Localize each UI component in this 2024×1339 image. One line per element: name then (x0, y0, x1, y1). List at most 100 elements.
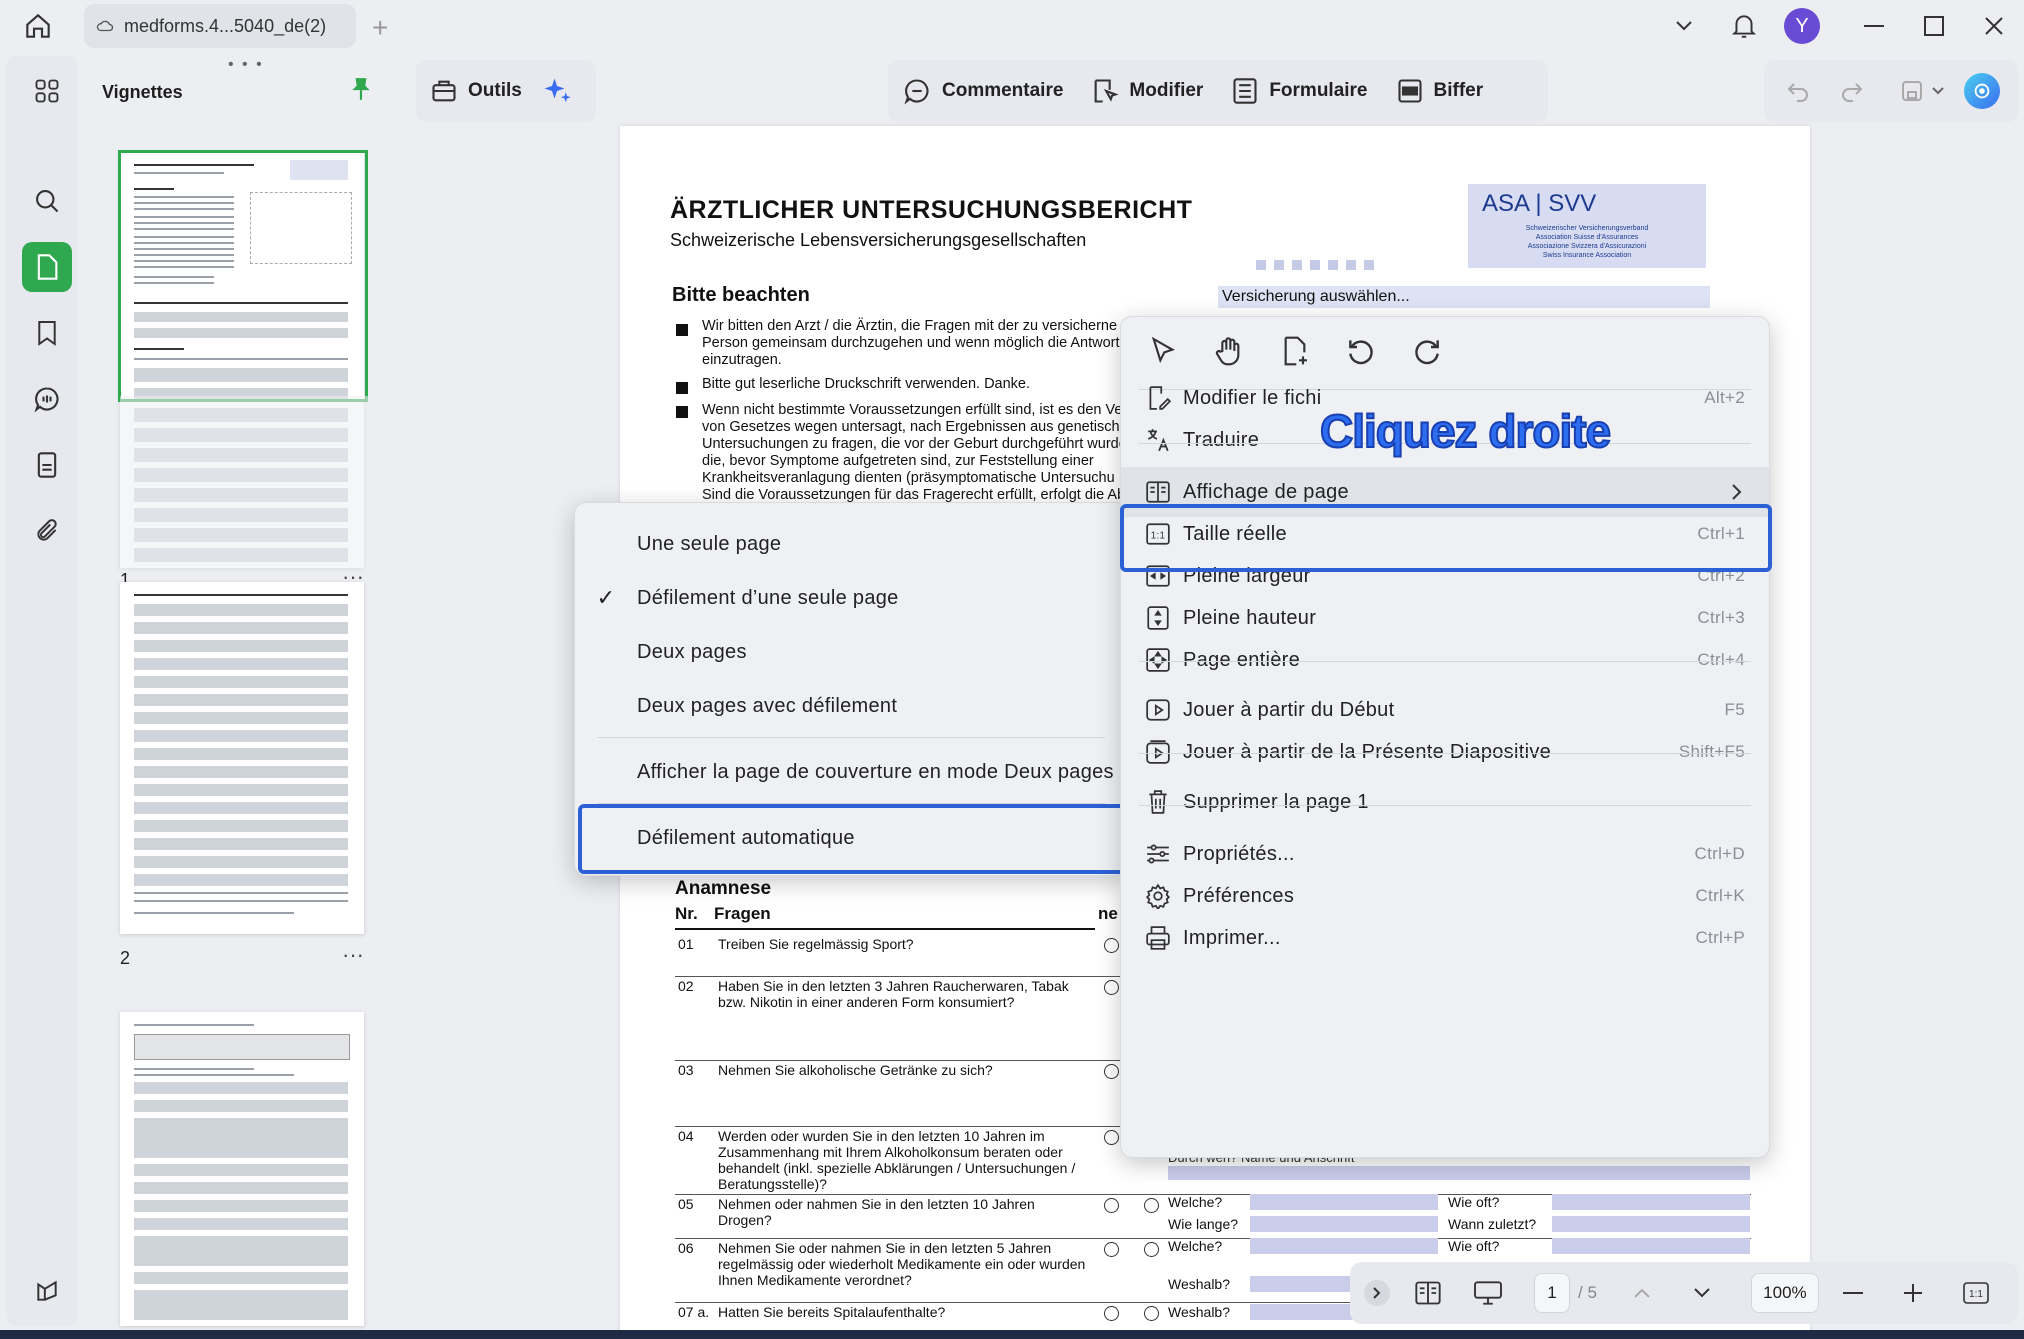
search-icon[interactable] (22, 176, 72, 226)
zoom-out-icon[interactable] (1842, 1291, 1863, 1295)
rotate-left-icon[interactable] (1345, 335, 1377, 367)
form-field[interactable] (1250, 1238, 1438, 1254)
chevron-down-icon[interactable] (1664, 8, 1704, 44)
form-field[interactable] (1168, 1166, 1750, 1180)
submenu-two-pages[interactable]: Deux pages (575, 627, 1127, 677)
avatar[interactable]: Y (1784, 8, 1820, 44)
new-tab-icon[interactable]: + (372, 12, 388, 44)
form-field[interactable] (1250, 1276, 1360, 1292)
radio-yes[interactable] (1144, 1306, 1159, 1321)
form-field[interactable] (1250, 1194, 1438, 1210)
gear-icon (1141, 879, 1175, 913)
bookmark-icon[interactable] (22, 308, 72, 358)
document-tab[interactable]: medforms.4...5040_de(2) (84, 4, 356, 48)
tools-button[interactable]: Outils (416, 77, 536, 105)
radio-no[interactable] (1104, 980, 1119, 995)
maximize-icon[interactable] (1914, 8, 1954, 44)
bullet (676, 406, 688, 418)
form-field[interactable] (1552, 1194, 1750, 1210)
toolbox-icon (430, 77, 458, 105)
collapse-icon[interactable] (1364, 1280, 1390, 1306)
pin-icon[interactable] (350, 76, 372, 102)
radio-no[interactable] (1104, 1242, 1119, 1257)
grid-icon[interactable] (22, 66, 72, 116)
paperclip-icon[interactable] (22, 506, 72, 556)
drag-handle[interactable]: • • • (228, 56, 264, 74)
radio-yes[interactable] (1144, 1198, 1159, 1213)
wann-zuletzt-label: Wann zuletzt? (1448, 1216, 1537, 1232)
play-start-icon (1141, 693, 1175, 727)
context-item-play-current[interactable]: Jouer à partir de la Présente Diapositiv… (1121, 727, 1769, 777)
insurance-select[interactable]: Versicherung auswählen... (1218, 286, 1710, 308)
radio-no[interactable] (1104, 1064, 1119, 1079)
question-number: 01 (678, 936, 694, 952)
radio-no[interactable] (1104, 1306, 1119, 1321)
form-field[interactable] (1250, 1216, 1438, 1232)
close-icon[interactable] (1974, 8, 2014, 44)
thumbnail-page-3[interactable] (120, 1012, 364, 1326)
undo-icon[interactable] (1786, 80, 1810, 102)
context-item-trash[interactable]: Supprimer la page 1 (1121, 777, 1769, 827)
sidebar-settings-icon[interactable] (22, 1266, 72, 1316)
redact-button[interactable]: Biffer (1382, 77, 1498, 105)
submenu-two-pages-scroll[interactable]: Deux pages avec défilement (575, 681, 1127, 731)
ai-assistant-icon[interactable] (1964, 73, 2000, 109)
thumbnail-page-2[interactable] (120, 582, 364, 934)
radio-no[interactable] (1104, 938, 1119, 953)
table-rule (675, 928, 1095, 930)
chevron-right-icon (1731, 483, 1743, 501)
annotation-label: Cliquez droite (1319, 404, 1612, 458)
question-text: Werden oder wurden Sie in den letzten 10… (718, 1128, 1076, 1192)
present-icon[interactable] (1472, 1280, 1504, 1306)
minimize-icon[interactable] (1854, 8, 1894, 44)
context-item-print[interactable]: Imprimer... Ctrl+P (1121, 913, 1769, 963)
comment-bubble-icon (902, 77, 932, 105)
submenu-single-page-scroll[interactable]: ✓ Défilement d’une seule page (575, 573, 1127, 623)
shortcut-label: Ctrl+P (1695, 928, 1745, 947)
form-field[interactable] (1552, 1238, 1750, 1254)
comment-icon[interactable] (22, 374, 72, 424)
zoom-in-icon[interactable] (1903, 1283, 1923, 1303)
ai-sparkle-icon[interactable] (542, 76, 572, 106)
form-field[interactable] (1250, 1304, 1360, 1320)
welche-label: Welche? (1168, 1194, 1223, 1210)
submenu-show-cover[interactable]: Afficher la page de couverture en mode D… (575, 747, 1127, 797)
thumbnails-panel: Vignettes • • • 1 ··· 2 ··· (80, 56, 406, 1326)
zoom-input[interactable]: 100% (1750, 1273, 1819, 1313)
attachment-list-icon[interactable] (22, 440, 72, 490)
page-up-icon[interactable] (1633, 1287, 1651, 1299)
wie-lange-label: Wie lange? (1168, 1216, 1239, 1232)
doc-title: ÄRZTLICHER UNTERSUCHUNGSBERICHT (670, 196, 1193, 224)
separator (597, 737, 1105, 738)
edit-button[interactable]: Modifier (1077, 77, 1217, 105)
select-cursor-icon[interactable] (1147, 335, 1179, 367)
rotate-right-icon[interactable] (1411, 335, 1443, 367)
home-icon[interactable] (22, 10, 54, 42)
bell-icon[interactable] (1724, 8, 1764, 44)
page-layout-icon[interactable] (1414, 1280, 1442, 1306)
add-page-icon[interactable] (1279, 335, 1311, 367)
save-icon[interactable] (1900, 79, 1924, 103)
print-icon (1141, 921, 1175, 955)
thumbnails-icon[interactable] (22, 242, 72, 292)
radio-yes[interactable] (1144, 1242, 1159, 1257)
comment-button[interactable]: Commentaire (888, 77, 1077, 105)
page-down-icon[interactable] (1693, 1287, 1711, 1299)
hand-icon[interactable] (1213, 335, 1245, 367)
thumbnail-more-icon[interactable]: ··· (342, 942, 364, 968)
redo-icon[interactable] (1840, 80, 1864, 102)
question-number: 04 (678, 1128, 694, 1144)
play-current-icon (1141, 735, 1175, 769)
form-button[interactable]: Formulaire (1217, 77, 1381, 105)
context-item-whole-page[interactable]: Page entière Ctrl+4 (1121, 635, 1769, 685)
submenu-single-page[interactable]: Une seule page (575, 519, 1127, 569)
radio-no[interactable] (1104, 1130, 1119, 1145)
save-dropdown-icon[interactable] (1932, 87, 1944, 95)
weshalb-label: Weshalb? (1168, 1276, 1231, 1292)
actual-size-icon[interactable]: 1:1 (1963, 1282, 1989, 1304)
form-field[interactable] (1552, 1216, 1750, 1232)
col-nein: ne (1098, 904, 1118, 923)
shortcut-label: Shift+F5 (1678, 742, 1745, 761)
radio-no[interactable] (1104, 1198, 1119, 1213)
page-number-input[interactable]: 1 (1534, 1273, 1570, 1313)
